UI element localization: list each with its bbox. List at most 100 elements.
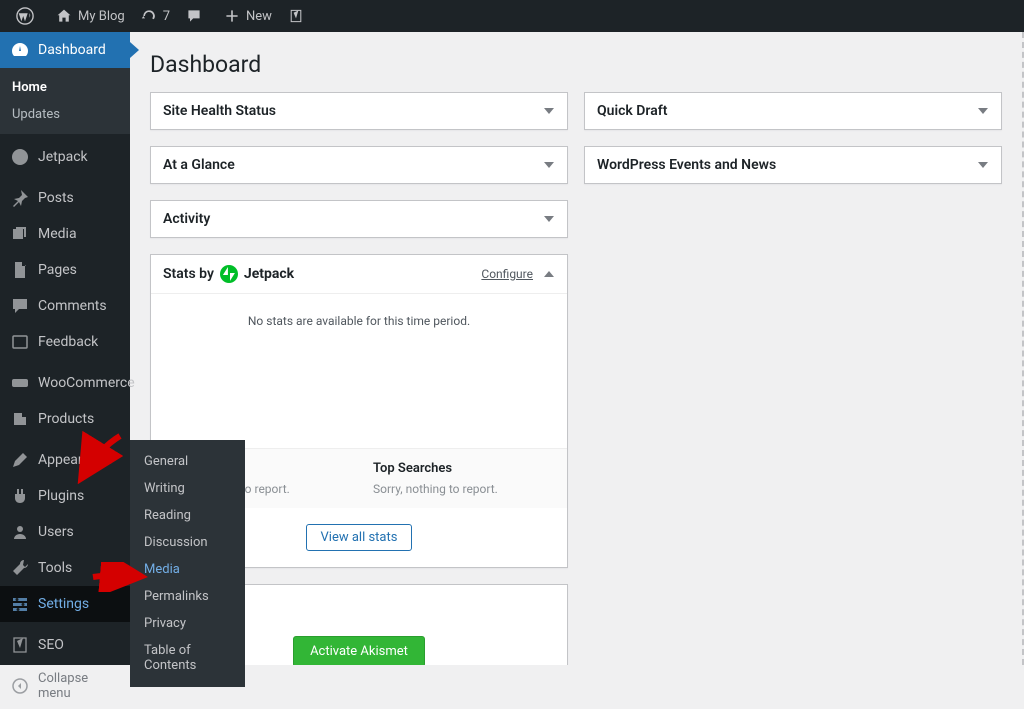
view-all-stats-button[interactable]: View all stats <box>306 524 413 551</box>
chevron-down-icon <box>978 108 988 114</box>
plugins-icon <box>10 486 30 506</box>
menu-label: Collapse menu <box>38 671 120 701</box>
postbox-title: Activity <box>163 211 210 227</box>
toggle-button[interactable] <box>977 105 989 117</box>
menu-label: Comments <box>38 298 107 314</box>
new-content-link[interactable]: New <box>216 0 280 32</box>
toggle-button[interactable] <box>543 213 555 225</box>
site-name-link[interactable]: My Blog <box>48 0 133 32</box>
menu-label: Dashboard <box>38 42 106 58</box>
page-title: Dashboard <box>150 42 1002 82</box>
menu-label: Jetpack <box>38 149 88 165</box>
menu-pages[interactable]: Pages <box>0 252 130 288</box>
menu-woocommerce[interactable]: WooCommerce <box>0 365 130 401</box>
postbox-activity: Activity <box>150 200 568 238</box>
menu-users[interactable]: Users <box>0 514 130 550</box>
wp-logo[interactable] <box>8 0 48 32</box>
jetpack-brand: Jetpack <box>244 266 294 282</box>
submenu-home[interactable]: Home <box>0 74 130 101</box>
comments-icon <box>10 296 30 316</box>
menu-products[interactable]: Products <box>0 401 130 437</box>
stats-empty-text: No stats are available for this time per… <box>151 294 567 448</box>
comment-icon <box>186 8 202 24</box>
menu-label: Plugins <box>38 488 84 504</box>
comments-link[interactable] <box>178 0 216 32</box>
toggle-button[interactable] <box>977 159 989 171</box>
toggle-button[interactable] <box>543 268 555 280</box>
submenu-dashboard: Home Updates <box>0 68 130 134</box>
menu-collapse[interactable]: Collapse menu <box>0 663 130 709</box>
flyout-permalinks[interactable]: Permalinks <box>130 583 245 610</box>
chevron-down-icon <box>544 162 554 168</box>
flyout-media[interactable]: Media <box>130 556 245 583</box>
menu-posts[interactable]: Posts <box>0 180 130 216</box>
submenu-updates[interactable]: Updates <box>0 101 130 128</box>
page-icon <box>10 260 30 280</box>
menu-appearance[interactable]: Appearance <box>0 442 130 478</box>
postbox-title: Quick Draft <box>597 103 667 119</box>
activate-akismet-button[interactable]: Activate Akismet <box>293 636 425 665</box>
updates-icon <box>141 8 157 24</box>
wordpress-icon <box>16 7 34 25</box>
menu-label: Users <box>38 524 74 540</box>
menu-seo[interactable]: SEO <box>0 627 130 663</box>
settings-icon <box>10 594 30 614</box>
menu-media[interactable]: Media <box>0 216 130 252</box>
updates-count: 7 <box>163 9 170 24</box>
products-icon <box>10 409 30 429</box>
chevron-down-icon <box>544 216 554 222</box>
postbox-site-health: Site Health Status <box>150 92 568 130</box>
dashboard-icon <box>10 40 30 60</box>
postbox-quick-draft: Quick Draft <box>584 92 1002 130</box>
top-searches-heading: Top Searches <box>373 461 553 476</box>
flyout-discussion[interactable]: Discussion <box>130 529 245 556</box>
appearance-icon <box>10 450 30 470</box>
flyout-writing[interactable]: Writing <box>130 475 245 502</box>
toggle-button[interactable] <box>543 105 555 117</box>
menu-comments[interactable]: Comments <box>0 288 130 324</box>
postbox-title: Stats by Jetpack <box>163 265 294 283</box>
menu-settings[interactable]: Settings <box>0 586 130 622</box>
admin-toolbar: My Blog 7 New <box>0 0 1024 32</box>
yoast-icon <box>288 8 304 24</box>
users-icon <box>10 522 30 542</box>
flyout-privacy[interactable]: Privacy <box>130 610 245 637</box>
menu-jetpack[interactable]: Jetpack <box>0 139 130 175</box>
flyout-toc[interactable]: Table of Contents <box>130 637 245 679</box>
menu-tools[interactable]: Tools <box>0 550 130 586</box>
menu-label: Feedback <box>38 334 98 350</box>
menu-label: Tools <box>38 560 72 576</box>
site-name: My Blog <box>78 9 125 24</box>
menu-label: Posts <box>38 190 74 206</box>
toggle-button[interactable] <box>543 159 555 171</box>
menu-dashboard[interactable]: Dashboard <box>0 32 130 68</box>
configure-link[interactable]: Configure <box>481 267 533 281</box>
postbox-at-a-glance: At a Glance <box>150 146 568 184</box>
postbox-events-news: WordPress Events and News <box>584 146 1002 184</box>
tools-icon <box>10 558 30 578</box>
menu-plugins[interactable]: Plugins <box>0 478 130 514</box>
pin-icon <box>10 188 30 208</box>
menu-label: Settings <box>38 596 89 612</box>
plus-icon <box>224 8 240 24</box>
postbox-title: At a Glance <box>163 157 235 173</box>
postbox-title: WordPress Events and News <box>597 157 776 173</box>
home-icon <box>56 8 72 24</box>
menu-label: Products <box>38 411 94 427</box>
jetpack-icon <box>10 147 30 167</box>
flyout-general[interactable]: General <box>130 448 245 475</box>
flyout-reading[interactable]: Reading <box>130 502 245 529</box>
media-icon <box>10 224 30 244</box>
updates-link[interactable]: 7 <box>133 0 178 32</box>
column-right: Quick Draft WordPress Events and News <box>584 92 1002 665</box>
menu-label: SEO <box>38 637 64 653</box>
new-label: New <box>246 9 272 24</box>
menu-label: Pages <box>38 262 77 278</box>
seo-icon <box>10 635 30 655</box>
woocommerce-icon <box>10 373 30 393</box>
chevron-up-icon <box>544 271 554 277</box>
yoast-toolbar-link[interactable] <box>280 0 318 32</box>
stats-by-text: Stats by <box>163 266 214 282</box>
menu-feedback[interactable]: Feedback <box>0 324 130 360</box>
menu-label: Appearance <box>38 452 112 468</box>
